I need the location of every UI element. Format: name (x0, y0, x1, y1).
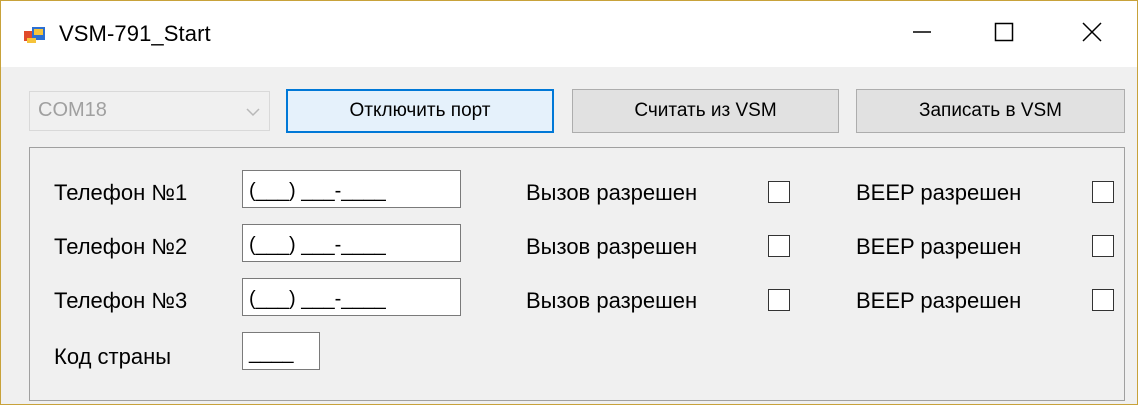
disconnect-port-button[interactable]: Отключить порт (286, 89, 554, 133)
phone-1-call-checkbox[interactable] (768, 181, 790, 203)
phone-2-beep-label: BEEP разрешен (856, 234, 1022, 259)
minimize-button[interactable] (881, 1, 963, 67)
phone-1-input[interactable]: (___) ___-____ (242, 170, 461, 208)
phone-3-call-label: Вызов разрешен (526, 288, 698, 313)
phone-1-call-label: Вызов разрешен (526, 180, 698, 205)
phone-2-input[interactable]: (___) ___-____ (242, 224, 461, 262)
close-icon (1082, 21, 1102, 47)
phone-1-label: Телефон №1 (54, 180, 188, 205)
phone-3-call-checkbox[interactable] (768, 289, 790, 311)
phone-2-label: Телефон №2 (54, 234, 188, 259)
phone-2-beep-checkbox[interactable] (1092, 235, 1114, 257)
minimize-icon (912, 22, 932, 47)
write-to-vsm-button[interactable]: Записать в VSM (856, 89, 1125, 133)
chevron-down-icon (245, 105, 261, 123)
phone-3-beep-checkbox[interactable] (1092, 289, 1114, 311)
app-window: VSM-791_Start COM18 Отключить порт Счита… (0, 0, 1138, 405)
phone-2-call-checkbox[interactable] (768, 235, 790, 257)
close-button[interactable] (1051, 1, 1133, 67)
phone-2-call-label: Вызов разрешен (526, 234, 698, 259)
port-select[interactable]: COM18 (29, 91, 270, 131)
settings-panel: Телефон №1 (___) ___-____ Вызов разрешен… (29, 147, 1125, 401)
app-icon (23, 25, 47, 45)
phone-1-beep-checkbox[interactable] (1092, 181, 1114, 203)
phone-3-input[interactable]: (___) ___-____ (242, 278, 461, 316)
country-code-label: Код страны (54, 344, 172, 369)
maximize-button[interactable] (963, 1, 1045, 67)
phone-3-beep-label: BEEP разрешен (856, 288, 1022, 313)
title-bar[interactable]: VSM-791_Start (1, 1, 1137, 67)
read-from-vsm-button[interactable]: Считать из VSM (572, 89, 839, 133)
country-code-input[interactable]: ____ (242, 332, 320, 370)
phone-1-beep-label: BEEP разрешен (856, 180, 1022, 205)
maximize-icon (994, 22, 1014, 47)
phone-3-label: Телефон №3 (54, 288, 188, 313)
port-select-value: COM18 (38, 99, 107, 121)
window-title: VSM-791_Start (59, 21, 211, 46)
